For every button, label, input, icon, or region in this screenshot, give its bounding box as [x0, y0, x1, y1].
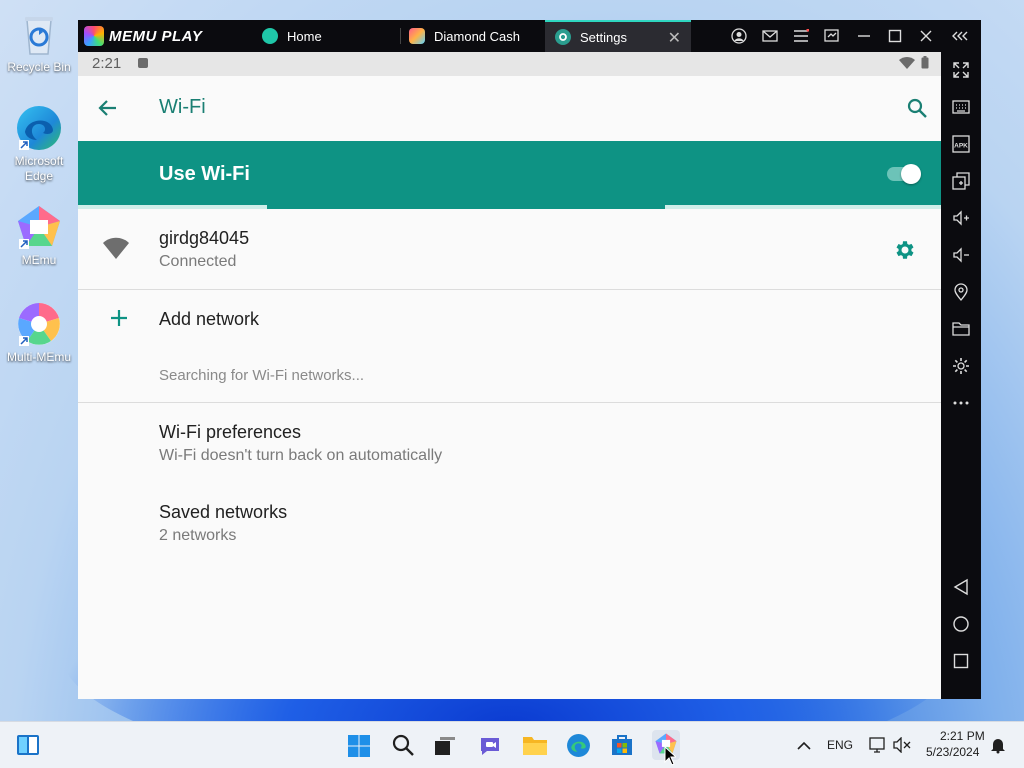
use-wifi-label: Use Wi-Fi — [159, 163, 250, 185]
toggle-thumb — [901, 164, 921, 184]
close-icon[interactable] — [916, 26, 936, 46]
volume-down-icon[interactable] — [951, 245, 971, 265]
chevron-up-icon[interactable] — [797, 738, 811, 752]
svg-text:APK: APK — [954, 143, 968, 150]
home-app-icon — [262, 28, 278, 44]
tab-home[interactable]: Home — [262, 20, 398, 52]
edge-icon[interactable] — [566, 733, 591, 758]
settings-gear-icon[interactable] — [951, 356, 971, 376]
tab-diamond-cash[interactable]: Diamond Cash — [409, 20, 545, 52]
desktop-icon-multi-memu[interactable]: Multi-MEmu — [4, 300, 74, 365]
recycle-bin-icon — [15, 10, 63, 58]
notification-icon — [138, 58, 148, 68]
collapse-sidebar-icon[interactable] — [950, 26, 970, 46]
diamond-cash-app-icon — [409, 28, 425, 44]
status-bar: 2:21 — [78, 52, 941, 76]
desktop-icon-edge[interactable]: Microsoft Edge — [4, 104, 74, 184]
wifi-preferences-subtitle: Wi-Fi doesn't turn back on automatically — [159, 447, 443, 464]
saved-networks-title: Saved networks — [159, 502, 288, 522]
saved-networks-subtitle: 2 networks — [159, 527, 237, 544]
status-time: 2:21 — [92, 55, 122, 72]
battery-icon — [921, 56, 929, 69]
add-network-button[interactable]: Add network — [78, 290, 941, 348]
saved-networks-item[interactable]: Saved networks 2 networks — [78, 483, 941, 563]
search-icon[interactable] — [391, 733, 415, 757]
network-status: Connected — [159, 253, 237, 270]
task-view-icon[interactable] — [434, 736, 456, 756]
network-row-connected[interactable]: girdg84045 Connected — [78, 209, 941, 290]
maximize-icon[interactable] — [885, 26, 905, 46]
back-triangle-icon[interactable] — [951, 577, 971, 597]
wifi-toggle[interactable] — [885, 163, 921, 185]
folder-icon[interactable] — [951, 319, 971, 339]
volume-muted-icon[interactable] — [893, 736, 911, 754]
app-bar: Wi-Fi — [78, 76, 941, 141]
plus-icon — [111, 310, 127, 326]
screen-record-icon[interactable] — [822, 26, 842, 46]
emulator-titlebar[interactable]: MEMU PLAY Home Diamond Cash Settings ✕ — [78, 20, 981, 52]
minimize-icon[interactable] — [854, 26, 874, 46]
clock-time[interactable]: 2:21 PM — [940, 729, 985, 743]
add-network-label: Add network — [159, 309, 260, 329]
status-icons — [899, 56, 929, 69]
clock-date[interactable]: 5/23/2024 — [926, 745, 979, 759]
tab-close-icon[interactable]: ✕ — [668, 28, 681, 48]
wifi-strength-icon — [103, 237, 129, 259]
desktop-icon-memu[interactable]: MEmu — [4, 203, 74, 268]
store-icon[interactable] — [610, 733, 634, 757]
tab-settings[interactable]: Settings ✕ — [545, 20, 691, 52]
wifi-signal-icon — [899, 56, 915, 69]
tab-label: Diamond Cash — [434, 28, 520, 44]
add-network-section: Add network Searching for Wi-Fi networks… — [78, 290, 941, 403]
tab-label: Home — [287, 28, 322, 44]
recents-square-icon[interactable] — [951, 651, 971, 671]
menu-icon[interactable] — [791, 26, 811, 46]
tab-label: Settings — [580, 29, 627, 45]
teams-chat-icon[interactable] — [478, 734, 502, 758]
start-icon[interactable] — [347, 734, 371, 758]
page-title: Wi-Fi — [159, 96, 206, 118]
settings-app-icon — [555, 29, 571, 45]
wifi-preferences-item[interactable]: Wi-Fi preferences Wi-Fi doesn't turn bac… — [78, 403, 941, 483]
wifi-preferences-title: Wi-Fi preferences — [159, 422, 302, 442]
desktop-icon-recycle-bin[interactable]: Recycle Bin — [4, 10, 74, 75]
emulator-window: MEMU PLAY Home Diamond Cash Settings ✕ 2… — [78, 20, 981, 699]
emulator-sidebar: APK — [941, 52, 981, 699]
mail-icon[interactable] — [760, 26, 780, 46]
memu-logo-icon — [84, 26, 104, 46]
back-arrow-icon[interactable] — [96, 96, 120, 120]
volume-up-icon[interactable] — [951, 208, 971, 228]
network-icon[interactable] — [869, 736, 887, 754]
mouse-cursor — [664, 745, 678, 766]
searching-status: Searching for Wi-Fi networks... — [159, 367, 365, 384]
file-explorer-icon[interactable] — [522, 734, 548, 756]
apk-icon[interactable]: APK — [951, 134, 971, 154]
multi-memu-icon — [15, 300, 63, 348]
tab-divider — [400, 28, 401, 44]
brand-text: MEMU PLAY — [109, 27, 203, 45]
memu-icon — [15, 203, 63, 251]
more-icon[interactable] — [951, 393, 971, 413]
language-indicator[interactable]: ENG — [827, 738, 853, 752]
account-icon[interactable] — [729, 26, 749, 46]
brand: MEMU PLAY — [84, 26, 202, 46]
multi-window-icon[interactable] — [951, 171, 971, 191]
fullscreen-icon[interactable] — [951, 60, 971, 80]
location-icon[interactable] — [951, 282, 971, 302]
android-screen: 2:21 Wi-Fi Use Wi-Fi girdg84045 Connecte… — [78, 52, 941, 699]
use-wifi-bar[interactable]: Use Wi-Fi — [78, 141, 941, 209]
widgets-icon[interactable] — [16, 734, 40, 756]
network-name: girdg84045 — [159, 228, 250, 248]
edge-icon — [15, 104, 63, 152]
notifications-icon[interactable] — [990, 736, 1006, 754]
search-icon[interactable] — [905, 96, 929, 120]
home-circle-icon[interactable] — [951, 614, 971, 634]
taskbar: ENG 2:21 PM 5/23/2024 — [0, 721, 1024, 768]
network-settings-gear-icon[interactable] — [893, 238, 917, 262]
keyboard-icon[interactable] — [951, 97, 971, 117]
